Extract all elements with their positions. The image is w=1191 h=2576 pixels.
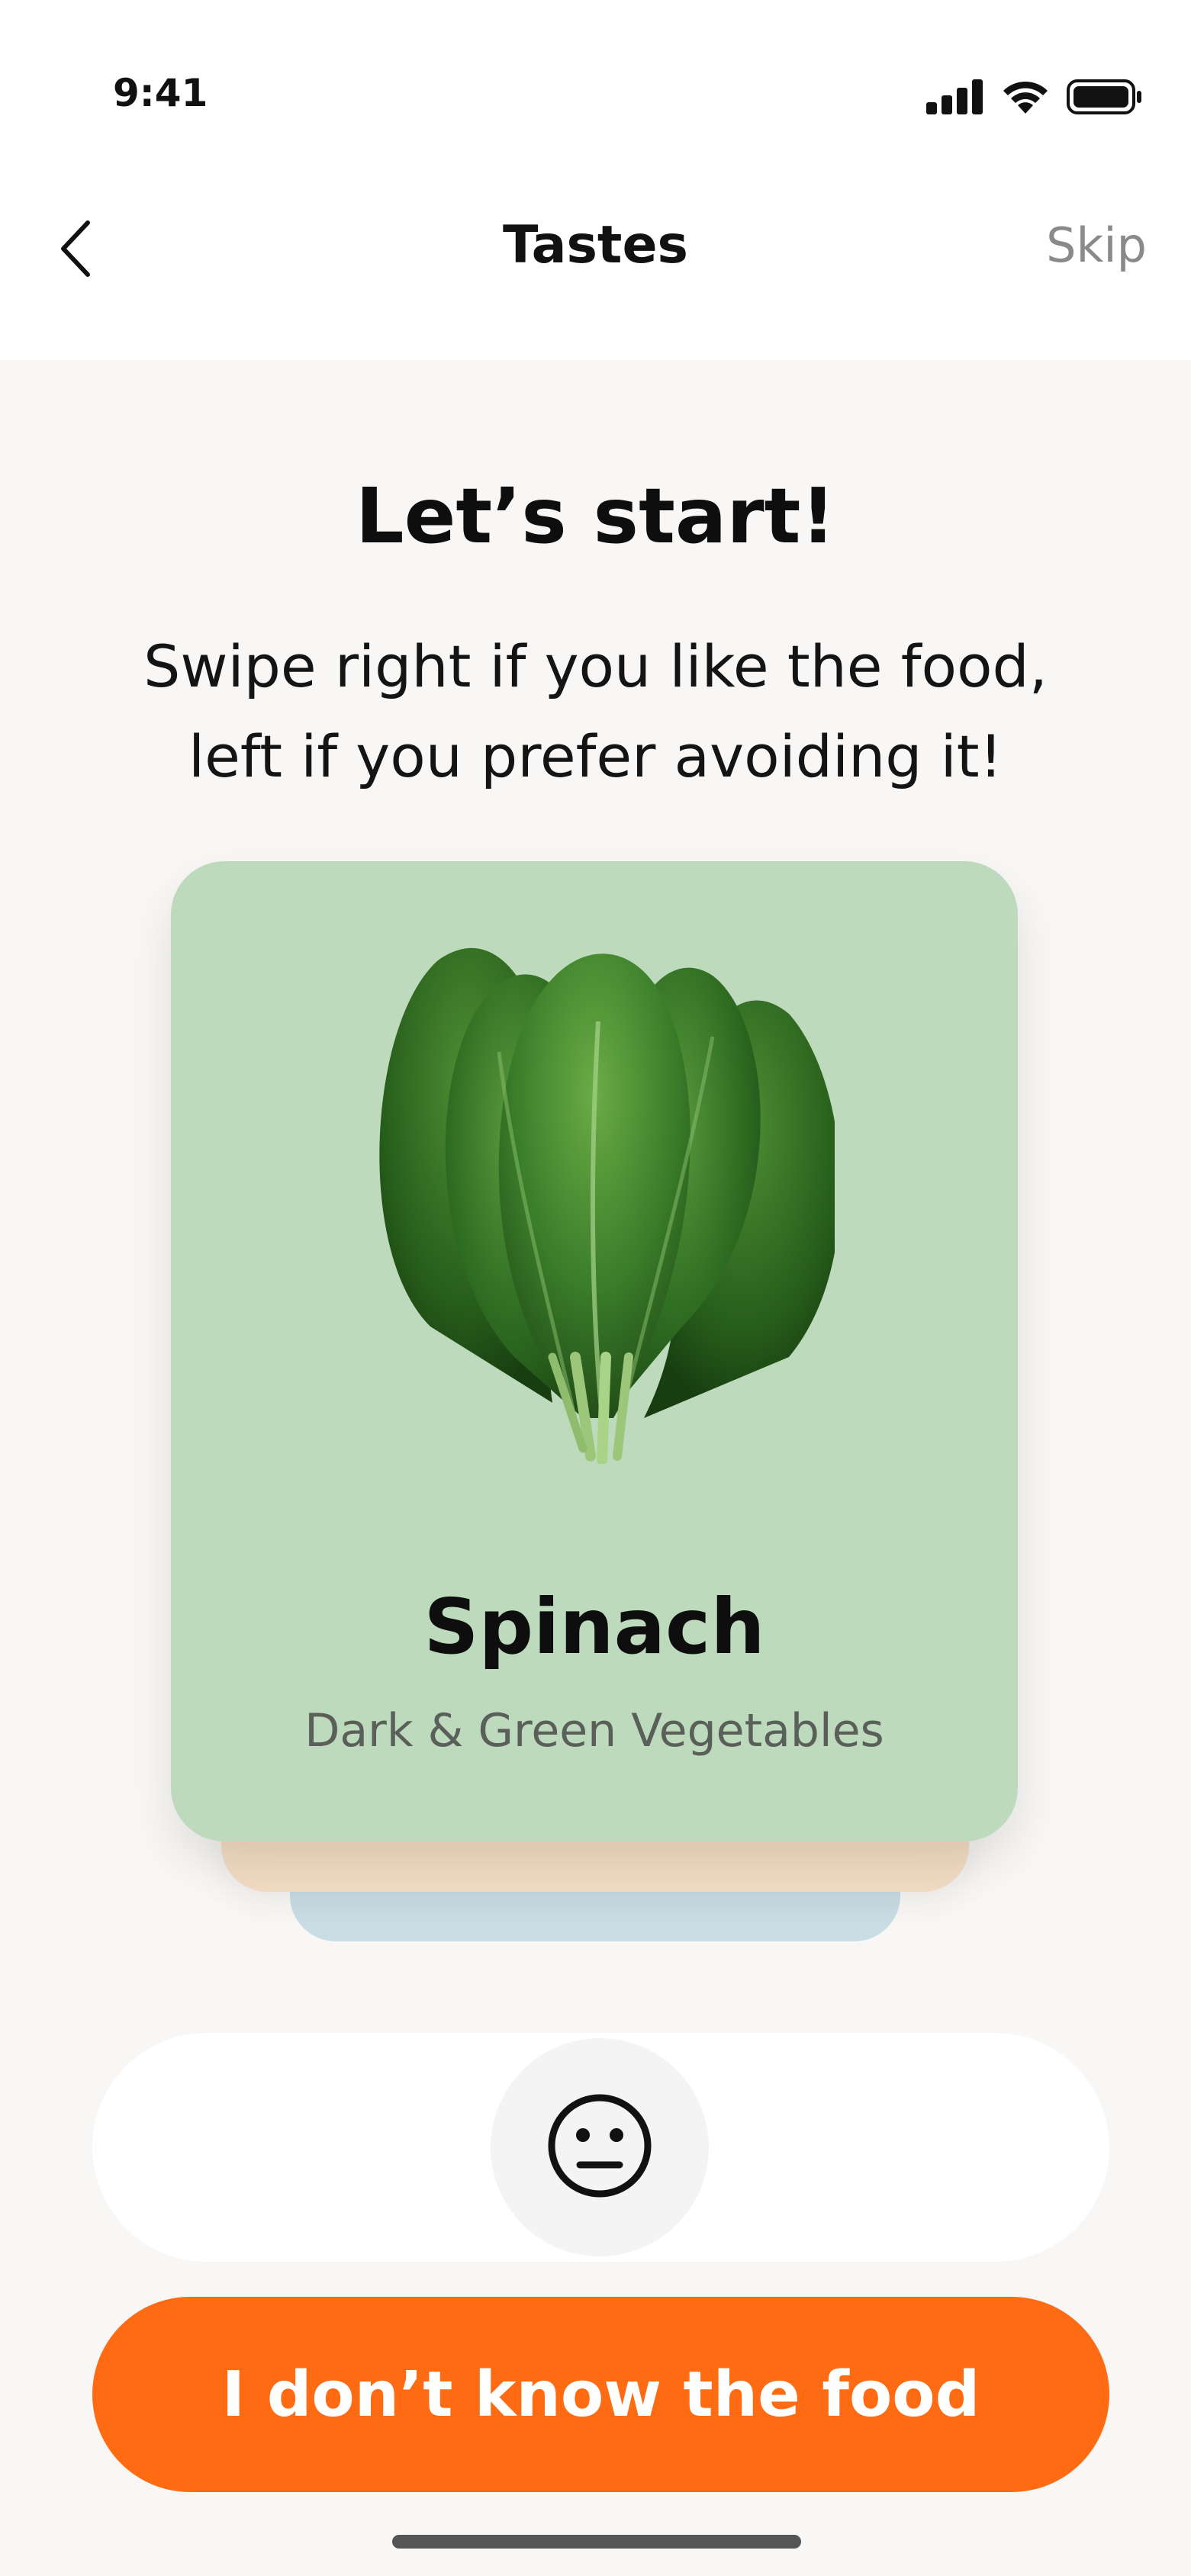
reaction-slider-track[interactable] — [92, 2033, 1109, 2262]
intro-title: Let’s start! — [355, 471, 836, 561]
wifi-icon — [1001, 79, 1050, 118]
neutral-face-icon — [546, 2092, 653, 2202]
spinach-leaves-image — [362, 930, 841, 1465]
page-title: Tastes — [502, 215, 689, 275]
food-category: Dark & Green Vegetables — [304, 1704, 884, 1758]
status-time: 9:41 — [113, 71, 208, 115]
skip-button[interactable]: Skip — [1046, 217, 1147, 273]
home-indicator — [392, 2535, 801, 2549]
food-card[interactable]: Spinach Dark & Green Vegetables — [171, 861, 1018, 1841]
reaction-slider-handle[interactable] — [491, 2038, 709, 2256]
dont-know-food-button[interactable]: I don’t know the food — [92, 2297, 1109, 2492]
top-header: 9:41 Tastes Skip — [0, 0, 1191, 360]
food-name: Spinach — [423, 1582, 765, 1671]
signal-icon — [926, 79, 984, 117]
battery-icon — [1067, 79, 1143, 118]
status-icons — [926, 79, 1143, 118]
intro-subtitle: Swipe right if you like the food, left i… — [143, 632, 1048, 790]
